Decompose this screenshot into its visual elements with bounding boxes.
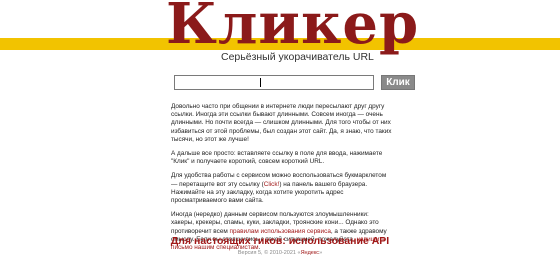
howto-paragraph: А дальше все просто: вставляете ссылку в…: [171, 150, 383, 166]
footer-text: Версия 5, © 2010-2021 «: [237, 250, 301, 256]
url-input[interactable]: [174, 75, 374, 90]
rules-link[interactable]: правилам использования сервиса: [230, 228, 331, 235]
site-logo[interactable]: Кликер: [166, 0, 419, 52]
bookmarklet-paragraph: Для удобства работы с сервисом можно вос…: [171, 172, 393, 205]
footer: Версия 5, © 2010-2021 «Яндекс»: [0, 250, 560, 256]
shorten-button[interactable]: Клик: [381, 75, 415, 90]
bookmarklet-link[interactable]: Click!: [264, 181, 280, 188]
text-caret: [260, 78, 261, 87]
yandex-link[interactable]: Яндекс: [301, 250, 320, 256]
api-link[interactable]: Для настоящих гиков: использование API: [0, 235, 560, 247]
footer-end: »: [319, 250, 323, 256]
intro-paragraph: Довольно часто при общении в интернете л…: [171, 103, 392, 143]
shorten-form: Клик: [174, 75, 415, 92]
